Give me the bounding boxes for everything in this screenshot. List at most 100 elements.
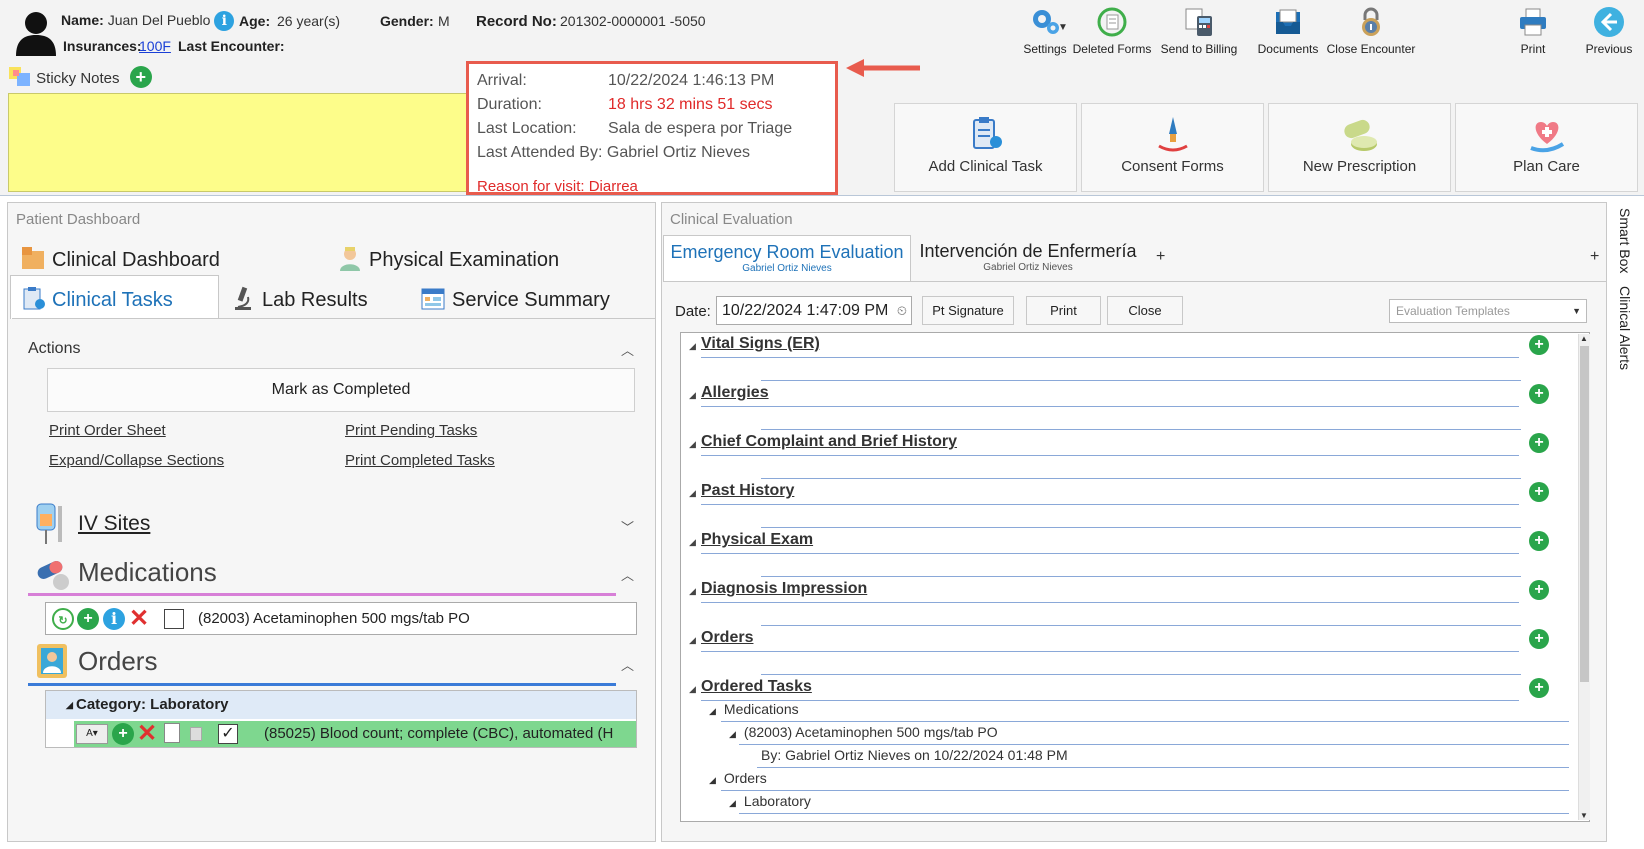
date-value: 10/22/2024 1:47:09 PM [722,302,889,319]
tab-lab-results[interactable]: Lab Results [230,285,368,312]
print-order-sheet-link[interactable]: Print Order Sheet [49,422,166,439]
category-row[interactable]: ◢ Category: Laboratory [46,691,636,719]
tab-physical-examination[interactable]: Physical Examination [337,245,559,272]
consent-forms-button[interactable]: Consent Forms [1081,103,1264,192]
info-icon[interactable]: i [103,608,125,630]
scrollbar-thumb[interactable] [1580,346,1589,682]
section-title[interactable]: Diagnosis Impression [701,580,867,598]
collapse-triangle-icon[interactable]: ◢ [689,537,696,548]
plan-care-button[interactable]: Plan Care [1455,103,1638,192]
evaluation-templates-select[interactable]: Evaluation Templates ▼ [1389,299,1587,323]
tab-emergency-room-evaluation[interactable]: Emergency Room Evaluation Gabriel Ortiz … [663,235,911,282]
iv-sites-title[interactable]: IV Sites [78,512,150,536]
new-prescription-button[interactable]: New Prescription [1268,103,1451,192]
info-icon[interactable]: i [214,11,235,31]
section-title[interactable]: Past History [701,482,794,500]
add-tab-right-button[interactable]: + [1590,248,1599,266]
order-row[interactable]: A▾ + ✕ ✓ (85025) Blood count; complete (… [74,721,636,747]
tree-laboratory[interactable]: ◢ Laboratory [729,793,811,809]
tree-orders[interactable]: ◢ Orders [709,770,767,786]
order-type-dropdown[interactable]: A▾ [76,724,108,744]
add-sticky-note-icon[interactable]: + [129,66,152,88]
evaluation-scrollbar[interactable]: ▲ ▼ [1578,334,1590,820]
expand-collapse-link[interactable]: Expand/Collapse Sections [49,452,224,469]
delete-icon[interactable]: ✕ [128,607,150,631]
print-completed-tasks-link[interactable]: Print Completed Tasks [345,452,495,469]
collapse-triangle-icon[interactable]: ◢ [689,390,696,401]
collapse-triangle-icon[interactable]: ◢ [689,341,696,352]
printer-icon [1520,8,1546,36]
mark-as-completed-button[interactable]: Mark as Completed [47,368,635,412]
add-icon[interactable]: + [1529,433,1549,453]
expand-triangle-icon[interactable]: ◢ [66,691,73,719]
collapse-triangle-icon[interactable]: ◢ [689,439,696,450]
section-title[interactable]: Physical Exam [701,531,813,549]
add-icon[interactable]: + [1529,482,1549,502]
calendar-clock-icon[interactable]: ⏲ [897,297,907,324]
sticky-notes-area[interactable] [8,93,468,192]
add-clinical-task-button[interactable]: Add Clinical Task [894,103,1077,192]
scroll-down-icon[interactable]: ▼ [1580,811,1588,820]
section-underline [701,455,1519,456]
print-pending-tasks-link[interactable]: Print Pending Tasks [345,422,477,439]
reorder-icon[interactable]: ↻ [52,608,74,630]
close-encounter-button[interactable]: Close Encounter [1323,6,1419,62]
medication-row[interactable]: ↻ + i ✕ (82003) Acetaminophen 500 mgs/ta… [45,602,637,635]
scroll-up-icon[interactable]: ▲ [1580,334,1588,343]
section-title[interactable]: Chief Complaint and Brief History [701,433,957,451]
previous-button[interactable]: Previous [1564,6,1644,62]
arrival-value: 10/22/2024 1:46:13 PM [608,72,775,89]
tab-service-summary[interactable]: Service Summary [420,285,610,312]
date-field[interactable]: 10/22/2024 1:47:09 PM ⏲ [716,296,912,325]
tab-intervencion-enfermeria[interactable]: Intervención de Enfermería Gabriel Ortiz… [913,235,1143,282]
orders-collapse-icon[interactable]: ︿ [621,655,634,674]
order-checkbox[interactable]: ✓ [218,724,238,744]
tab-clinical-dashboard[interactable]: Clinical Dashboard [20,245,220,272]
collapse-triangle-icon[interactable]: ◢ [729,798,736,808]
tree-medications[interactable]: ◢ Medications [709,701,799,717]
attended-value: Gabriel Ortiz Nieves [606,144,751,161]
tree-medication-item[interactable]: ◢ (82003) Acetaminophen 500 mgs/tab PO [729,724,998,740]
collapse-triangle-icon[interactable]: ◢ [729,729,736,739]
add-icon[interactable]: + [1529,678,1549,698]
section-title[interactable]: Ordered Tasks [701,678,812,696]
tab-clinical-tasks[interactable]: Clinical Tasks [20,285,173,312]
deleted-forms-button[interactable]: Deleted Forms [1064,6,1160,62]
add-icon[interactable]: + [112,723,134,745]
collapse-triangle-icon[interactable]: ◢ [689,488,696,499]
notes-icon[interactable] [190,727,202,741]
add-icon[interactable]: + [1529,580,1549,600]
clinical-alerts-tab[interactable]: Clinical Alerts [1617,286,1633,370]
collapse-triangle-icon[interactable]: ◢ [689,635,696,646]
documents-button[interactable]: Documents [1240,6,1336,62]
collapse-triangle-icon[interactable]: ◢ [689,684,696,695]
iv-sites-expand-icon[interactable]: ﹀ [621,517,634,536]
collapse-triangle-icon[interactable]: ◢ [709,775,716,785]
insurance-link[interactable]: 100F [139,38,171,54]
medication-checkbox[interactable] [164,609,184,629]
date-label: Date: [675,303,711,320]
eval-print-button[interactable]: Print [1026,296,1101,325]
smart-box-tab[interactable]: Smart Box [1617,208,1633,273]
pt-signature-button[interactable]: Pt Signature [922,296,1014,325]
add-tab-button[interactable]: + [1156,248,1165,266]
actions-collapse-icon[interactable]: ︿ [621,340,634,359]
section-title[interactable]: Allergies [701,384,769,402]
eval-close-button[interactable]: Close [1107,296,1183,325]
send-to-billing-button[interactable]: Send to Billing [1151,6,1247,62]
add-icon[interactable]: + [77,608,99,630]
add-icon[interactable]: + [1529,629,1549,649]
iv-bag-icon [36,503,62,544]
section-physical-exam: ◢ Physical Exam + [681,529,1549,578]
collapse-triangle-icon[interactable]: ◢ [689,586,696,597]
section-title[interactable]: Vital Signs (ER) [701,335,820,353]
delete-icon[interactable]: ✕ [136,722,158,746]
orders-divider [28,683,616,686]
section-title[interactable]: Orders [701,629,753,647]
add-icon[interactable]: + [1529,335,1549,355]
add-icon[interactable]: + [1529,384,1549,404]
medications-collapse-icon[interactable]: ︿ [621,565,634,584]
collapse-triangle-icon[interactable]: ◢ [709,706,716,716]
add-icon[interactable]: + [1529,531,1549,551]
document-add-icon[interactable] [164,723,180,743]
